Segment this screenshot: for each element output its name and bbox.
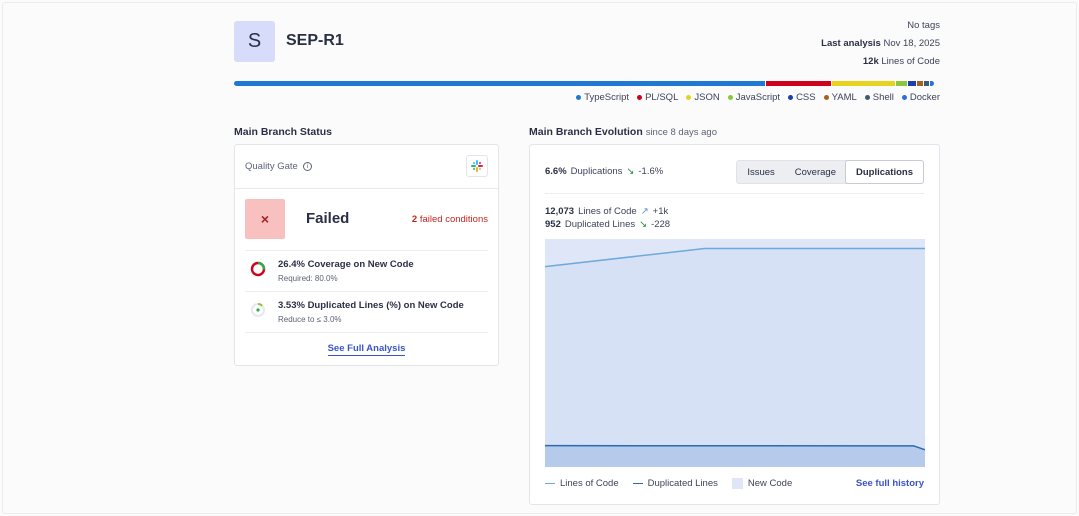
language-legend-item: Shell: [864, 92, 894, 103]
language-name: TypeScript: [584, 92, 630, 103]
legend-duplicated-lines: Duplicated Lines: [632, 478, 718, 489]
divider: [245, 291, 488, 292]
slack-icon[interactable]: [466, 155, 488, 177]
failed-conditions-count: 2 failed conditions: [411, 214, 488, 225]
loc-stat: 12,073 Lines of Code ↗ +1k: [545, 206, 669, 217]
duplicated-areas-line: [545, 445, 925, 467]
language-name: PL/SQL: [645, 92, 679, 103]
divider: [245, 332, 488, 333]
language-legend-item: CSS: [788, 92, 816, 103]
chart-legend: Lines of Code Duplicated Lines New Code: [545, 478, 792, 489]
see-full-history-link[interactable]: See full history: [856, 478, 924, 489]
quality-gate-result: Failed: [306, 210, 350, 227]
project-meta: No tags Last analysis Nov 18, 2025 12k L…: [821, 17, 940, 71]
language-legend-item: JavaScript: [727, 92, 781, 103]
language-name: Shell: [872, 92, 894, 103]
language-name: JavaScript: [735, 92, 781, 103]
language-segment: [832, 81, 896, 86]
tab-coverage[interactable]: Coverage: [785, 161, 846, 183]
last-analysis: Last analysis Nov 18, 2025: [821, 38, 940, 49]
quality-gate-label: Quality Gate i: [245, 161, 312, 172]
language-name: Docker: [909, 92, 940, 103]
language-segment: [766, 81, 832, 86]
lines-of-code-area: [545, 248, 925, 467]
lines-of-code: 12k Lines of Code: [862, 56, 940, 67]
language-name: YAML: [831, 92, 857, 103]
legend-new-code: New Code: [731, 478, 792, 489]
language-dot-icon: [576, 95, 582, 100]
duplicated-lines-stat: 952 Duplicated Lines ↘ -228: [545, 219, 671, 230]
language-dot-icon: [727, 95, 733, 100]
language-dot-icon: [686, 95, 692, 100]
language-legend-item: Docker: [901, 92, 940, 103]
failed-x-icon: ×: [245, 199, 285, 239]
duplications-summary: 6.6% Duplications ↘ -1.6%: [545, 166, 664, 177]
info-icon[interactable]: i: [302, 162, 312, 171]
trend-down-icon: ↘: [626, 166, 635, 177]
tab-issues[interactable]: Issues: [737, 161, 784, 183]
language-segment: [917, 81, 923, 86]
tab-duplications[interactable]: Duplications: [844, 160, 924, 184]
quality-gate-header: Quality Gate i: [235, 145, 498, 189]
evolution-chart[interactable]: [545, 239, 925, 467]
divider: [545, 193, 924, 194]
language-distribution-bar: [234, 81, 940, 86]
language-legend-item: TypeScript: [576, 92, 629, 103]
language-legend-item: JSON: [686, 92, 720, 103]
language-name: CSS: [796, 92, 816, 103]
language-segment: [234, 81, 766, 86]
condition-title: 26.4% Coverage on New Code: [278, 259, 414, 270]
duplications-icon: [251, 303, 265, 317]
language-dot-icon: [637, 95, 643, 100]
language-legend-item: YAML: [823, 92, 857, 103]
condition-title: 3.53% Duplicated Lines (%) on New Code: [278, 300, 464, 311]
divider: [245, 250, 488, 251]
project-name[interactable]: SEP-R1: [286, 32, 344, 50]
language-segment: [929, 81, 935, 86]
language-legend: TypeScript PL/SQL JSON JavaScript CSS YAML She…: [576, 92, 940, 103]
language-segment: [923, 81, 929, 86]
condition-requirement: Required: 80.0%: [278, 274, 338, 283]
evolution-section-title: Main Branch Evolution since 8 days ago: [529, 126, 717, 138]
project-avatar: S: [234, 21, 275, 62]
language-dot-icon: [788, 95, 794, 100]
coverage-donut-icon: [250, 261, 266, 277]
trend-up-icon: ↗: [640, 206, 649, 217]
see-full-analysis-link[interactable]: See Full Analysis: [235, 343, 498, 356]
language-legend-item: PL/SQL: [637, 92, 678, 103]
condition-requirement: Reduce to ≤ 3.0%: [278, 315, 342, 324]
metric-tabs: Issues Coverage Duplications: [736, 160, 924, 184]
legend-lines-of-code: Lines of Code: [545, 478, 619, 489]
status-section-title: Main Branch Status: [234, 126, 333, 138]
language-segment: [907, 81, 917, 86]
language-dot-icon: [823, 95, 829, 100]
evolution-card: 6.6% Duplications ↘ -1.6% Issues Coverag…: [529, 144, 940, 505]
language-dot-icon: [901, 95, 907, 100]
language-name: JSON: [694, 92, 720, 103]
language-dot-icon: [864, 95, 870, 100]
quality-gate-card: Quality Gate i × Failed 2 failed conditi…: [234, 144, 499, 366]
tags-label[interactable]: No tags: [821, 17, 940, 35]
trend-down-icon: ↘: [639, 219, 648, 230]
language-segment: [896, 81, 907, 86]
